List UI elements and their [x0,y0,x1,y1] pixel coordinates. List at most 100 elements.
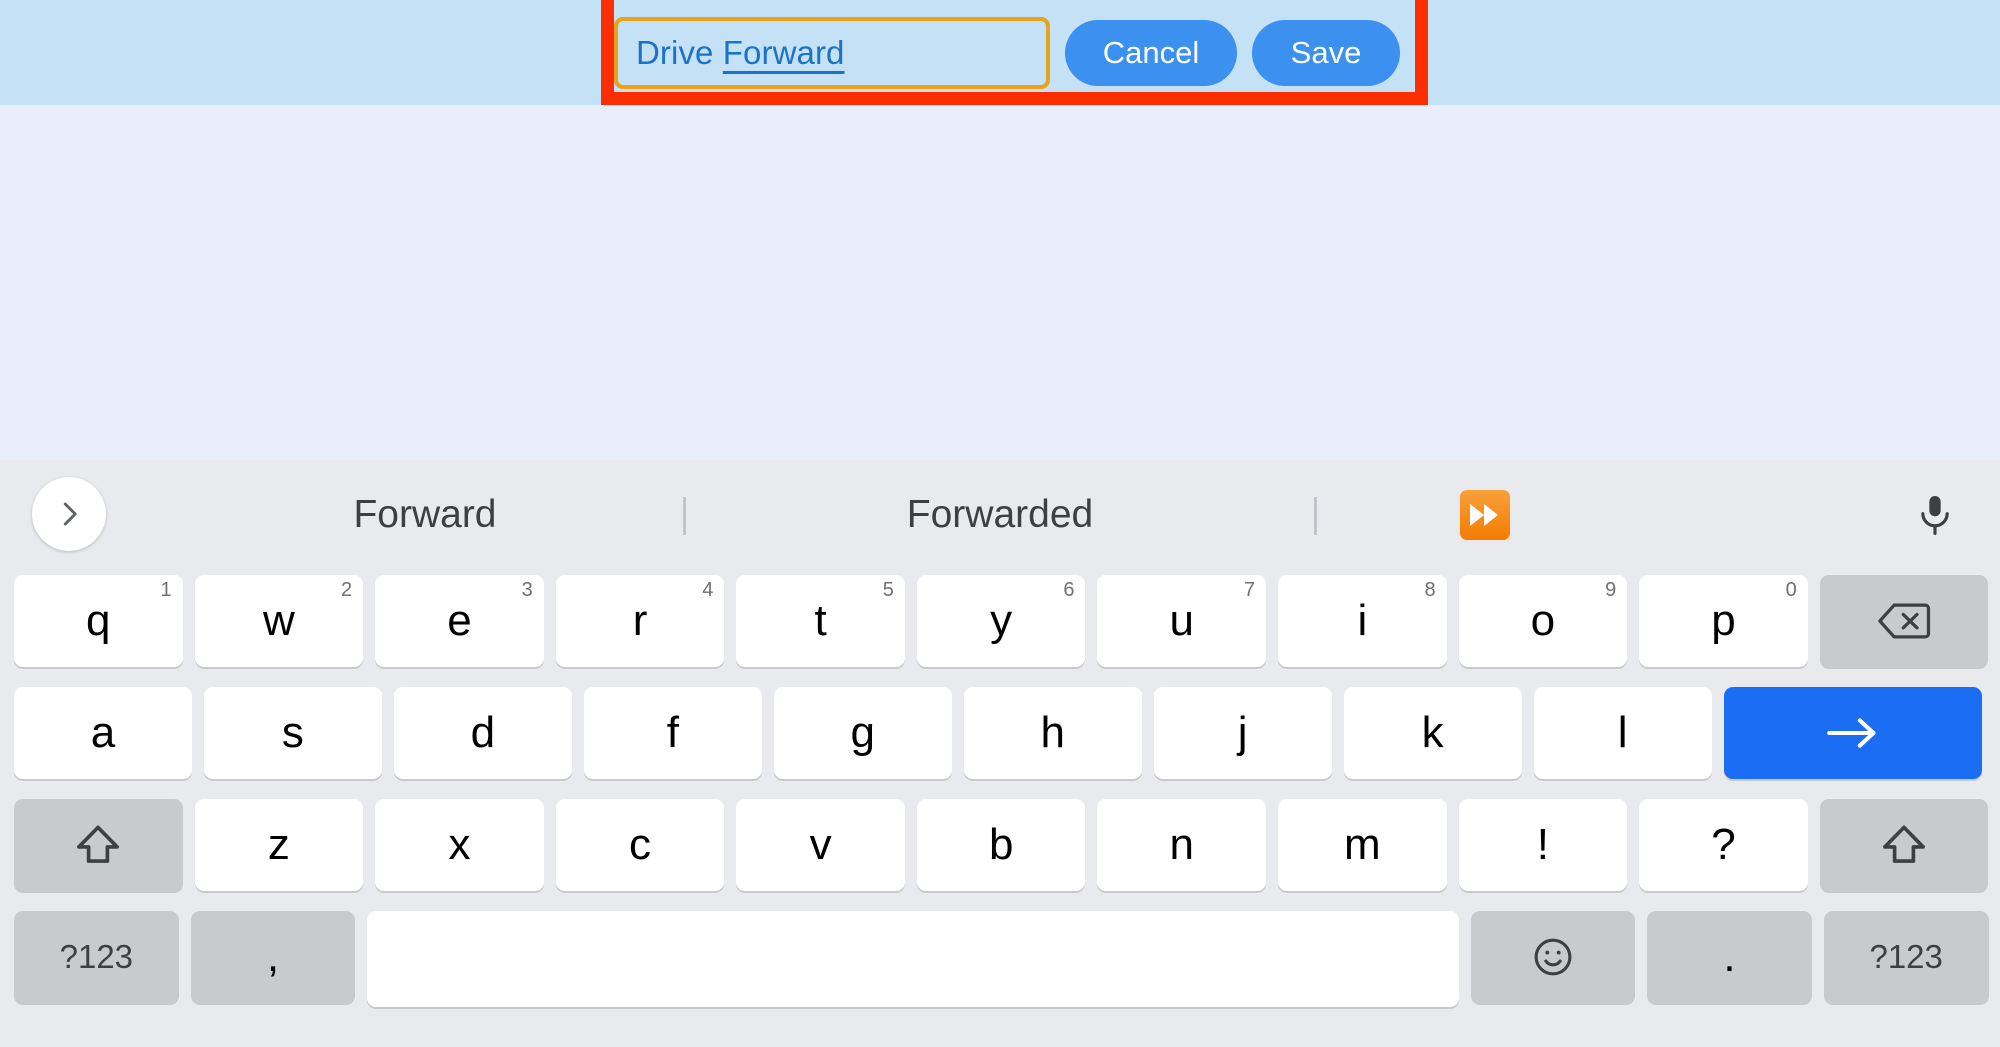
key-g[interactable]: g [773,687,952,779]
key-label: . [1723,932,1736,981]
key-label: x [448,820,471,869]
suggestion-item-2[interactable]: Forwarded [720,460,1280,570]
key-symbols[interactable]: ?123 [1823,911,1989,1003]
key-x[interactable]: x [375,799,544,891]
key-label: e [447,596,472,645]
key-q[interactable]: q1 [14,575,183,667]
key-l[interactable]: l [1533,687,1712,779]
save-button[interactable]: Save [1252,20,1400,86]
key-secondary-number: 3 [521,579,533,601]
key-label: h [1040,708,1065,757]
key-label: k [1421,708,1444,757]
key-i[interactable]: i8 [1278,575,1447,667]
name-input-value: Drive Forward [636,34,845,72]
key-label: c [629,820,652,869]
key-label: d [470,708,496,757]
key-space[interactable] [367,911,1459,1007]
key-period[interactable]: . [1647,911,1812,1003]
key-comma[interactable]: , [190,911,356,1003]
key-h[interactable]: h [963,687,1142,779]
inline-rename-row: Drive Forward Cancel Save [614,14,1414,92]
key-secondary-number: 5 [882,579,894,601]
chevron-right-icon[interactable] [32,477,106,551]
name-input-value-composing: Forward [722,34,845,71]
arrow-right-icon [1827,718,1876,748]
suggestion-divider [683,497,686,535]
key-shift[interactable] [14,799,183,891]
suggestion-item-1[interactable]: Forward [150,460,700,570]
keyboard-row-4: ?123,. ?123 [0,911,2000,1015]
key-b[interactable]: b [916,799,1086,891]
app-content-area [0,105,2000,460]
key-secondary-number: 4 [702,579,714,601]
key-w[interactable]: w2 [194,575,364,667]
suggestion-divider [1314,497,1317,535]
key-label: ? [1711,820,1736,869]
key-p[interactable]: p0 [1639,575,1808,667]
shift-icon [77,825,120,863]
microphone-icon[interactable] [1905,485,1965,545]
key-label: g [850,708,876,757]
key-c[interactable]: c [555,799,725,891]
key-z[interactable]: z [194,799,364,891]
emoji-icon [1534,938,1572,976]
key-enter-next[interactable] [1723,687,1983,779]
key-e[interactable]: e3 [375,575,544,667]
key-label: m [1344,820,1381,869]
key-symbols[interactable]: ?123 [14,911,179,1003]
name-input-value-prefix: Drive [636,34,723,71]
key-m[interactable]: m [1278,799,1447,891]
name-input[interactable]: Drive Forward [614,17,1050,89]
key-r[interactable]: r4 [555,575,725,667]
suggestion-strip: Forward Forwarded [0,460,2000,570]
keyboard-row-3: z x c v b n m!? [0,799,2000,903]
key-f[interactable]: f [583,687,762,779]
keyboard-row-2: asdfghjkl [0,687,2000,791]
shift-icon [1883,825,1926,863]
key-label: l [1617,708,1628,757]
suggestion-item-3-emoji[interactable] [1320,460,1650,570]
key-t[interactable]: t5 [736,575,905,667]
screen: Drive Forward Cancel Save Forward Forwar… [0,0,2000,1047]
key-label: q [86,596,111,645]
key-j[interactable]: j [1153,687,1332,779]
key-label: z [267,820,290,869]
key-![interactable]: ! [1458,799,1628,891]
key-?[interactable]: ? [1639,799,1808,891]
key-label: n [1169,820,1194,869]
key-label: b [988,820,1014,869]
key-n[interactable]: n [1097,799,1267,891]
key-label: , [266,932,280,981]
onscreen-keyboard: Forward Forwarded q1w2e3 r 4 t 5 y 6 u 7… [0,460,2000,1047]
key-secondary-number: 1 [160,579,172,601]
cancel-button[interactable]: Cancel [1065,20,1237,86]
key-label: j [1237,708,1248,757]
key-secondary-number: 6 [1063,579,1075,601]
key-d[interactable]: d [393,687,572,779]
key-backspace[interactable] [1819,575,1989,667]
key-label: y [990,596,1013,645]
key-label: ?123 [59,938,134,975]
backspace-icon [1878,603,1931,639]
key-secondary-number: 0 [1785,579,1797,601]
key-y[interactable]: y6 [916,575,1086,667]
key-label: r [632,596,648,645]
key-k[interactable]: k [1343,687,1522,779]
key-label: t [814,596,827,645]
key-label: s [281,708,304,757]
key-o[interactable]: o9 [1458,575,1628,667]
key-secondary-number: 8 [1424,579,1436,601]
key-shift[interactable] [1819,799,1989,891]
key-label: ! [1536,820,1550,869]
key-v[interactable]: v [736,799,905,891]
key-label: w [262,596,295,645]
key-secondary-number: 2 [341,579,353,601]
key-label: v [809,820,832,869]
key-emoji[interactable] [1470,911,1636,1003]
key-a[interactable]: a [14,687,192,779]
keyboard-row-1: q1w2e3r4t5y6u7i8o9p0 [0,575,2000,679]
key-u[interactable]: u7 [1097,575,1267,667]
key-label: i [1357,596,1368,645]
fast-forward-icon [1460,490,1510,540]
key-s[interactable]: s [203,687,382,779]
